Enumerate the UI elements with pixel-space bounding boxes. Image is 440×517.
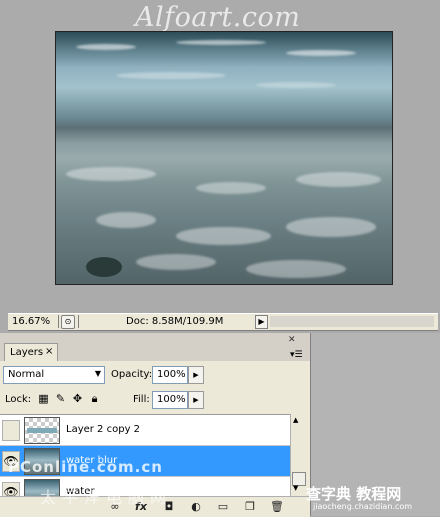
chevron-down-icon: ▼ [94, 369, 101, 378]
opacity-value: 100% [157, 369, 186, 380]
trash-icon[interactable]: 🗑︎ [270, 500, 284, 514]
lock-label: Lock: [5, 394, 32, 405]
new-layer-icon[interactable]: ❐ [243, 500, 257, 514]
lock-all-icon[interactable]: 🔒︎ [88, 392, 101, 405]
layer-row-layer-2-copy-2[interactable]: Layer 2 copy 2 [0, 415, 290, 446]
watermark-left-chinese: 太平洋电脑网 [40, 488, 173, 507]
opacity-slider-arrow-icon[interactable]: ▶ [188, 366, 204, 384]
lock-transparency-icon[interactable]: ▦ [37, 392, 50, 405]
watermark-left: PConline.com.cn [8, 458, 163, 476]
visibility-toggle[interactable] [2, 420, 20, 441]
opacity-input[interactable]: 100% [152, 366, 188, 384]
layer-thumbnail [24, 417, 60, 444]
layers-scrollbar[interactable]: ▲ ▼ [290, 414, 307, 496]
fill-input[interactable]: 100% [152, 391, 188, 409]
watermark-text: Alfoart.com [135, 2, 301, 33]
adjustment-icon[interactable]: ◐ [189, 500, 203, 514]
tab-layers[interactable]: Layers × [4, 343, 58, 361]
panel-menu-icon[interactable]: ▾☰ [290, 350, 303, 360]
status-bar: 16.67% ⊙ Doc: 8.58M/109.9M ▶ [8, 313, 438, 331]
panel-close-icon[interactable]: ✕ [288, 335, 296, 345]
fill-value: 100% [157, 394, 186, 405]
opacity-label: Opacity: [111, 369, 153, 380]
status-menu-arrow-icon[interactable]: ▶ [255, 315, 268, 329]
document-canvas-area: Alfoart.com [0, 0, 440, 313]
fill-label: Fill: [133, 394, 150, 405]
horizontal-scrollbar[interactable] [270, 316, 434, 327]
scroll-down-icon[interactable]: ▼ [293, 484, 298, 492]
lock-position-move-icon[interactable]: ✥ [71, 392, 84, 405]
blend-mode-select[interactable]: Normal ▼ [3, 366, 105, 384]
blend-mode-value: Normal [8, 369, 45, 380]
lock-image-brush-icon[interactable]: ✎ [54, 392, 67, 405]
fill-slider-arrow-icon[interactable]: ▶ [188, 391, 204, 409]
folder-icon[interactable]: ▭ [216, 500, 230, 514]
tab-label: Layers [10, 347, 44, 358]
document-size-info: Doc: 8.58M/109.9M [126, 316, 224, 327]
watermark-right-url: jiaocheng.chazidian.com [313, 502, 413, 511]
layer-name[interactable]: Layer 2 copy 2 [66, 424, 140, 435]
document-image[interactable] [55, 31, 393, 285]
zoom-level[interactable]: 16.67% [12, 316, 50, 327]
tab-close-icon[interactable]: × [45, 346, 53, 357]
navigator-icon[interactable]: ⊙ [61, 315, 75, 329]
watermark-right: 查字典 教程网 [306, 485, 402, 503]
scroll-up-icon[interactable]: ▲ [293, 416, 298, 424]
panel-header: Layers × ✕ ▾☰ [0, 333, 310, 361]
